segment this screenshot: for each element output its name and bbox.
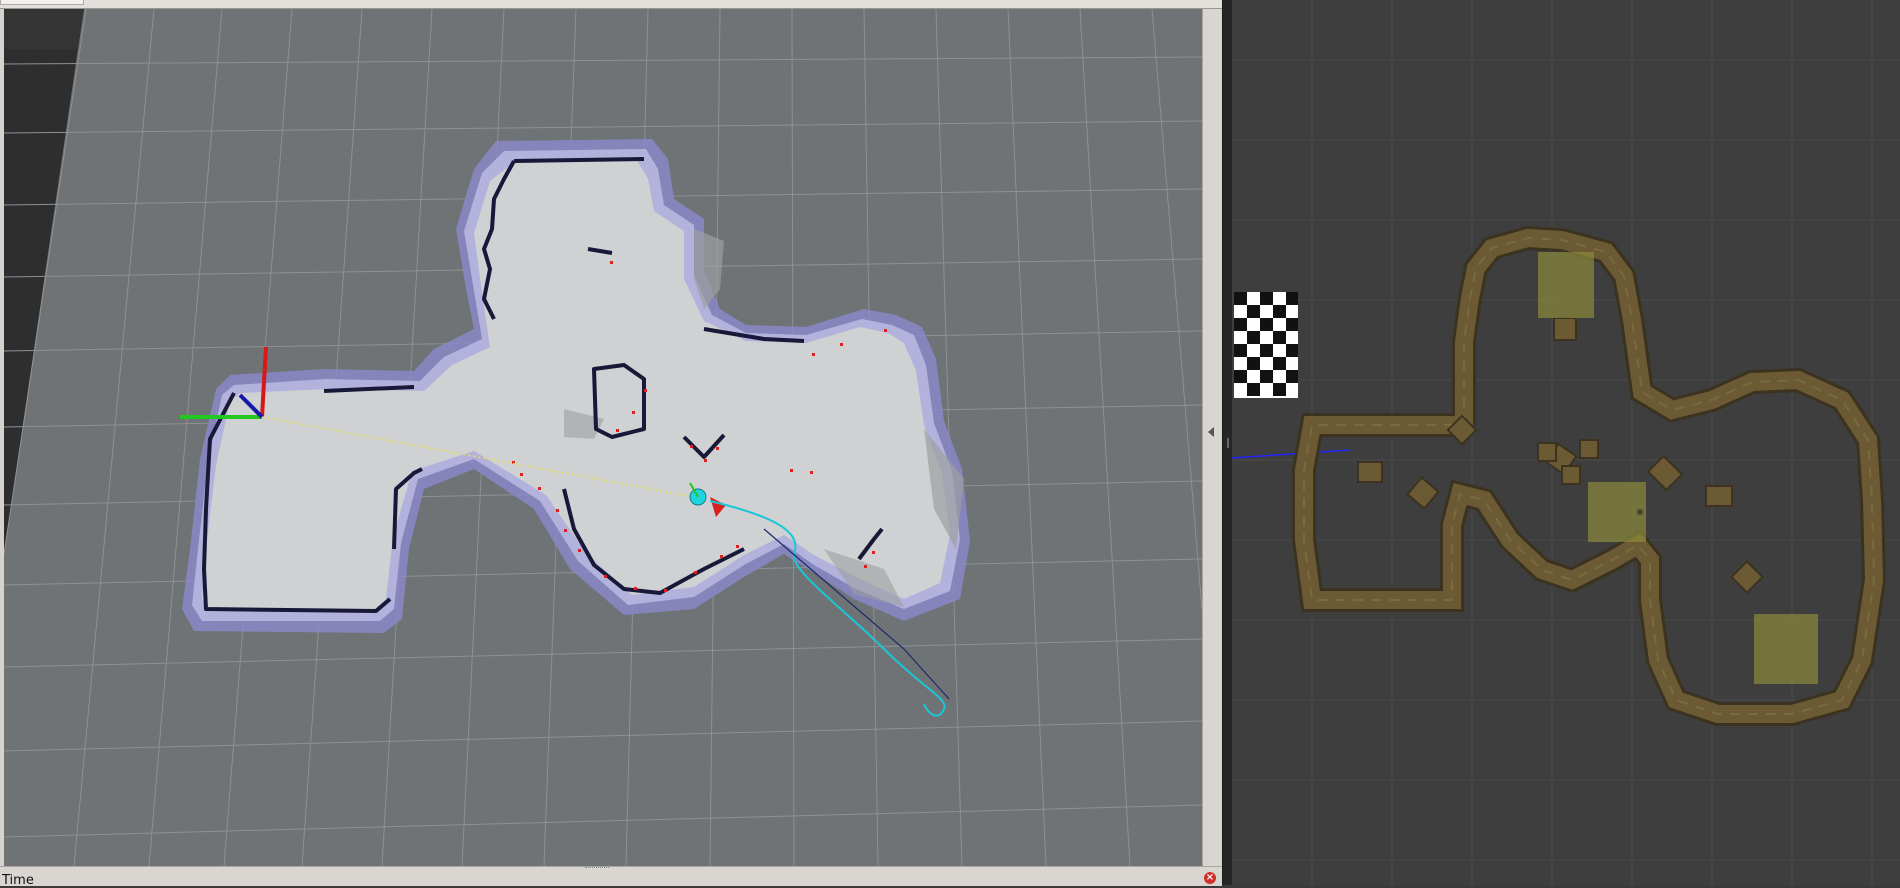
time-panel-title: Time [2, 873, 34, 888]
rviz-3d-view[interactable] [4, 9, 1202, 866]
close-icon[interactable]: × [1204, 872, 1216, 884]
collapse-arrow-icon[interactable] [1208, 427, 1214, 437]
rviz-top-bar [0, 0, 1222, 9]
tab-stub[interactable] [0, 0, 84, 5]
rviz-window: Time × [0, 0, 1222, 888]
obstacle-boxes [1357, 317, 1764, 594]
resize-handle[interactable] [585, 867, 609, 872]
time-panel: Time × [0, 866, 1222, 888]
splitter-handle[interactable] [1227, 438, 1229, 448]
checkerboard-icon [1234, 292, 1298, 398]
gazebo-grid [1232, 0, 1900, 885]
gazebo-3d-view[interactable] [1232, 0, 1900, 885]
panel-splitter[interactable] [1202, 9, 1221, 866]
laser-ray [1232, 449, 1351, 459]
